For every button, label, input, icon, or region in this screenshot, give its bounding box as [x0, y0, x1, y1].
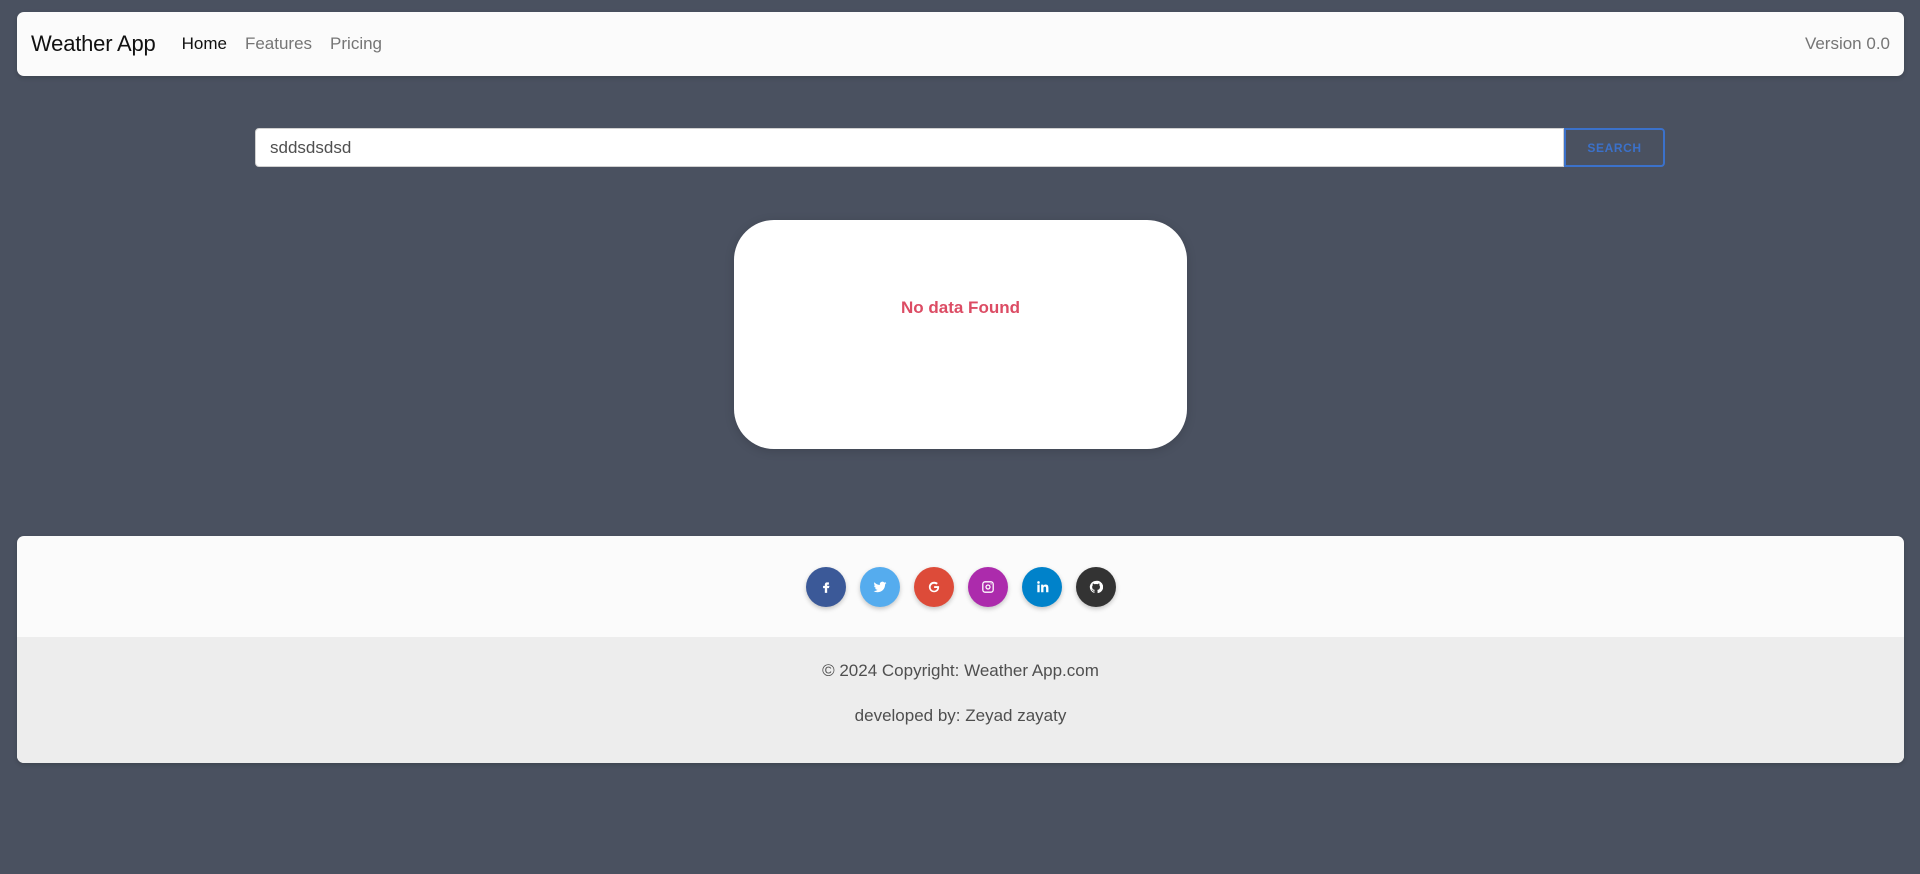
facebook-icon[interactable] — [805, 566, 846, 607]
social-links — [17, 536, 1904, 637]
footer: © 2024 Copyright: Weather App.com develo… — [17, 536, 1904, 763]
github-icon[interactable] — [1075, 566, 1116, 607]
nav-links: Home Features Pricing — [182, 34, 400, 54]
navbar: Weather App Home Features Pricing Versio… — [17, 12, 1904, 76]
search-button[interactable]: SEARCH — [1564, 128, 1665, 167]
nav-link-home[interactable]: Home — [182, 34, 227, 54]
version-label: Version 0.0 — [1804, 34, 1890, 53]
brand-logo[interactable]: Weather App — [31, 31, 156, 57]
footer-bottom: © 2024 Copyright: Weather App.com develo… — [17, 637, 1904, 763]
google-icon[interactable] — [913, 566, 954, 607]
nav-link-pricing[interactable]: Pricing — [330, 34, 382, 54]
twitter-icon[interactable] — [859, 566, 900, 607]
instagram-icon[interactable] — [967, 566, 1008, 607]
copyright-text: © 2024 Copyright: Weather App.com — [822, 661, 1099, 680]
linkedin-icon[interactable] — [1021, 566, 1062, 607]
result-card: No data Found — [734, 220, 1187, 449]
search-input[interactable] — [255, 128, 1564, 167]
nav-link-features[interactable]: Features — [245, 34, 312, 54]
developer-credit: developed by: Zeyad zayaty — [854, 706, 1067, 725]
no-data-message: No data Found — [901, 298, 1020, 317]
search-bar: SEARCH — [255, 128, 1665, 167]
